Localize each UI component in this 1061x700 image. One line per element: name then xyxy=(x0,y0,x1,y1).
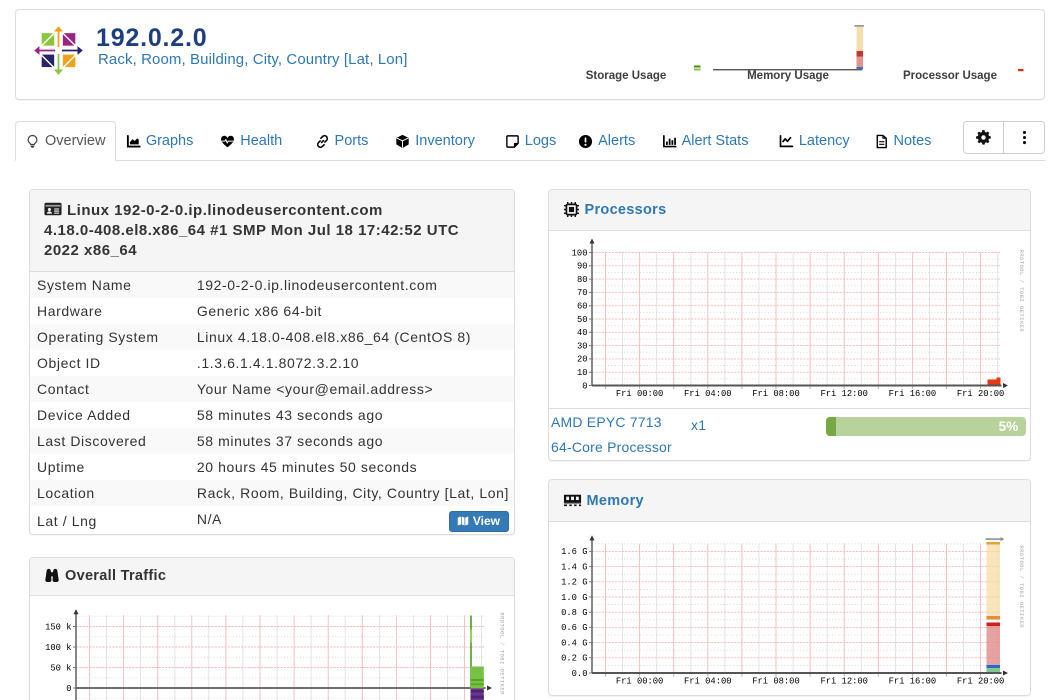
svg-text:0.8 G: 0.8 G xyxy=(561,608,587,618)
svg-text:30: 30 xyxy=(576,341,587,351)
svg-text:100: 100 xyxy=(571,248,587,258)
svg-text:80: 80 xyxy=(576,275,587,285)
svg-text:RRDTOOL / TOBI OETIKER: RRDTOOL / TOBI OETIKER xyxy=(499,612,506,695)
svg-text:Fri 00:00: Fri 00:00 xyxy=(615,676,663,686)
svg-text:RRDTOOL / TOBI OETIKER: RRDTOOL / TOBI OETIKER xyxy=(1018,250,1025,333)
svg-text:20: 20 xyxy=(576,355,587,365)
svg-text:0.0: 0.0 xyxy=(571,668,587,678)
svg-text:50: 50 xyxy=(576,315,587,325)
svg-text:Fri 08:00: Fri 08:00 xyxy=(752,389,800,399)
svg-text:Fri 16:00: Fri 16:00 xyxy=(888,676,936,686)
svg-text:0: 0 xyxy=(582,381,587,391)
svg-text:50 k: 50 k xyxy=(50,663,71,673)
svg-text:70: 70 xyxy=(576,288,587,298)
svg-text:Fri 04:00: Fri 04:00 xyxy=(684,676,732,686)
svg-text:60: 60 xyxy=(576,302,587,312)
svg-text:Fri 16:00: Fri 16:00 xyxy=(888,389,936,399)
svg-text:Fri 00:00: Fri 00:00 xyxy=(615,389,663,399)
svg-text:Fri 20:00: Fri 20:00 xyxy=(956,389,1004,399)
svg-text:Fri 20:00: Fri 20:00 xyxy=(956,676,1004,686)
svg-text:RRDTOOL / TOBI OETIKER: RRDTOOL / TOBI OETIKER xyxy=(1018,545,1025,628)
svg-text:10: 10 xyxy=(576,368,587,378)
svg-text:0.4 G: 0.4 G xyxy=(561,638,587,648)
svg-text:1.6 G: 1.6 G xyxy=(561,547,587,557)
svg-text:0.2 G: 0.2 G xyxy=(561,653,587,663)
svg-text:Fri 12:00: Fri 12:00 xyxy=(820,676,868,686)
svg-text:1.4 G: 1.4 G xyxy=(561,562,587,572)
svg-text:40: 40 xyxy=(576,328,587,338)
svg-text:0.6 G: 0.6 G xyxy=(561,623,587,633)
svg-text:Fri 08:00: Fri 08:00 xyxy=(752,676,800,686)
svg-text:1.2 G: 1.2 G xyxy=(561,577,587,587)
svg-text:0: 0 xyxy=(66,683,71,693)
svg-text:Fri 12:00: Fri 12:00 xyxy=(820,389,868,399)
svg-text:1.0 G: 1.0 G xyxy=(561,592,587,602)
svg-text:Fri 04:00: Fri 04:00 xyxy=(684,389,732,399)
svg-text:150 k: 150 k xyxy=(45,622,71,632)
svg-text:100 k: 100 k xyxy=(45,642,71,652)
svg-text:90: 90 xyxy=(576,262,587,272)
